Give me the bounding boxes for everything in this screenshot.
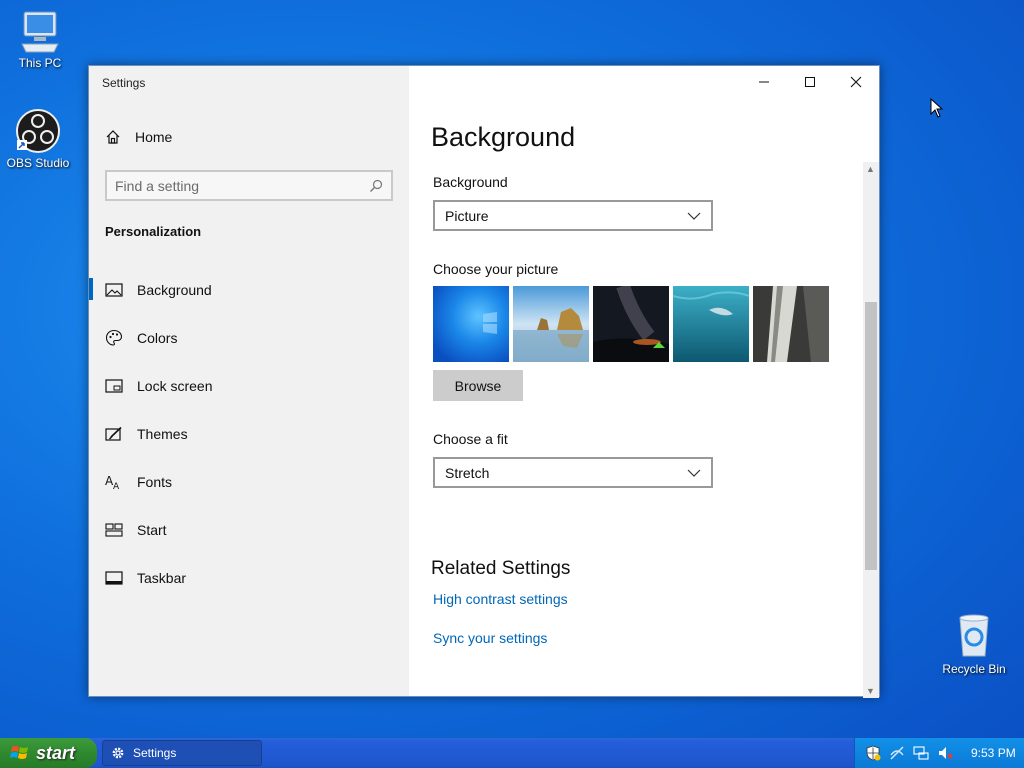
sync-settings-link[interactable]: Sync your settings: [433, 630, 547, 646]
font-icon: AA: [105, 473, 123, 491]
desktop-icon-label: OBS Studio: [6, 156, 70, 170]
nav-list: Background Colors Lock screen Themes A A…: [89, 266, 409, 602]
desktop-icon-label: This PC: [18, 56, 62, 70]
choose-fit-label: Choose a fit: [433, 431, 508, 447]
background-type-dropdown[interactable]: Picture: [433, 200, 713, 231]
nav-item-label: Start: [137, 522, 167, 538]
related-settings-title: Related Settings: [431, 558, 571, 579]
nav-home-label: Home: [135, 129, 173, 145]
mouse-cursor-icon: [930, 98, 944, 118]
picture-thumbnails: [433, 286, 829, 362]
close-button[interactable]: [833, 66, 879, 98]
nav-item-start[interactable]: Start: [89, 506, 409, 554]
volume-muted-icon[interactable]: [937, 745, 953, 761]
taskbar-icon: [105, 569, 123, 587]
minimize-button[interactable]: [741, 66, 787, 98]
window-title: Settings: [102, 76, 146, 90]
scroll-thumb[interactable]: [865, 302, 877, 570]
background-type-label: Background: [433, 174, 508, 190]
clock[interactable]: 9:53 PM: [971, 746, 1016, 760]
desktop-icon-obs-studio[interactable]: OBS Studio: [0, 108, 76, 170]
recycle-bin-icon: [959, 614, 989, 657]
close-icon: [850, 76, 862, 88]
section-title: Personalization: [105, 224, 202, 239]
taskbar: start Settings 9:53 PM: [0, 738, 1024, 768]
nav-item-label: Taskbar: [137, 570, 187, 586]
dropdown-value: Stretch: [445, 464, 490, 481]
settings-content-pane: Background Background Picture Choose you…: [409, 66, 879, 698]
obs-icon: [16, 109, 60, 153]
nav-home[interactable]: Home: [105, 129, 172, 145]
wallpaper-thumbnail-rock[interactable]: [753, 286, 829, 362]
taskbar-item-settings[interactable]: Settings: [102, 740, 262, 766]
choose-fit-dropdown[interactable]: Stretch: [433, 457, 713, 488]
desktop-icon-label: Recycle Bin: [942, 662, 1006, 676]
window-controls: [741, 66, 879, 98]
wallpaper-thumbnail-underwater[interactable]: [673, 286, 749, 362]
maximize-icon: [805, 77, 815, 87]
computer-icon: [21, 11, 59, 53]
high-contrast-settings-link[interactable]: High contrast settings: [433, 591, 568, 607]
desktop-icon-recycle-bin[interactable]: Recycle Bin: [936, 612, 1012, 676]
network-disconnected-icon[interactable]: [889, 745, 905, 761]
nav-item-label: Background: [137, 282, 212, 298]
desktop-icon-this-pc[interactable]: This PC: [2, 8, 78, 70]
search-placeholder: Find a setting: [115, 177, 200, 194]
chevron-down-icon: [687, 212, 701, 220]
scroll-down-icon[interactable]: ▼: [866, 686, 875, 696]
browse-button[interactable]: Browse: [433, 370, 523, 401]
picture-icon: [105, 281, 123, 299]
nav-item-lock-screen[interactable]: Lock screen: [89, 362, 409, 410]
start-icon: [105, 521, 123, 539]
nav-item-label: Colors: [137, 330, 178, 346]
minimize-icon: [759, 81, 769, 83]
maximize-button[interactable]: [787, 66, 833, 98]
settings-window: Settings Home Find a setting Personaliza…: [88, 65, 880, 698]
home-icon: [106, 130, 120, 144]
choose-picture-label: Choose your picture: [433, 261, 559, 277]
svg-text:A: A: [113, 482, 120, 490]
taskbar-item-label: Settings: [133, 746, 177, 760]
chevron-down-icon: [687, 469, 701, 477]
nav-item-colors[interactable]: Colors: [89, 314, 409, 362]
gear-icon: [112, 747, 124, 759]
wallpaper-thumbnail-windows[interactable]: [433, 286, 509, 362]
search-icon: [370, 179, 383, 192]
settings-nav-pane: Settings Home Find a setting Personaliza…: [89, 66, 409, 696]
windows-logo-icon: [10, 746, 28, 759]
scrollbar[interactable]: ▲ ▼: [863, 162, 879, 698]
scroll-up-icon[interactable]: ▲: [866, 164, 875, 174]
nav-item-background[interactable]: Background: [89, 266, 409, 314]
security-shield-icon[interactable]: [865, 745, 881, 761]
nav-item-fonts[interactable]: AA Fonts: [89, 458, 409, 506]
start-label: start: [36, 742, 76, 763]
nav-item-label: Lock screen: [137, 378, 213, 394]
nav-item-themes[interactable]: Themes: [89, 410, 409, 458]
lock-screen-icon: [105, 377, 123, 395]
palette-icon: [105, 329, 123, 347]
dropdown-value: Picture: [445, 207, 489, 224]
network-icon[interactable]: [913, 745, 929, 761]
nav-item-taskbar[interactable]: Taskbar: [89, 554, 409, 602]
start-button[interactable]: start: [0, 738, 97, 768]
system-tray: 9:53 PM: [854, 738, 1024, 768]
page-title: Background: [431, 122, 576, 152]
wallpaper-thumbnail-beach[interactable]: [513, 286, 589, 362]
search-input[interactable]: Find a setting: [105, 170, 393, 201]
wallpaper-thumbnail-night-sky[interactable]: [593, 286, 669, 362]
nav-item-label: Themes: [137, 426, 188, 442]
nav-item-label: Fonts: [137, 474, 173, 490]
brush-icon: [105, 425, 123, 443]
